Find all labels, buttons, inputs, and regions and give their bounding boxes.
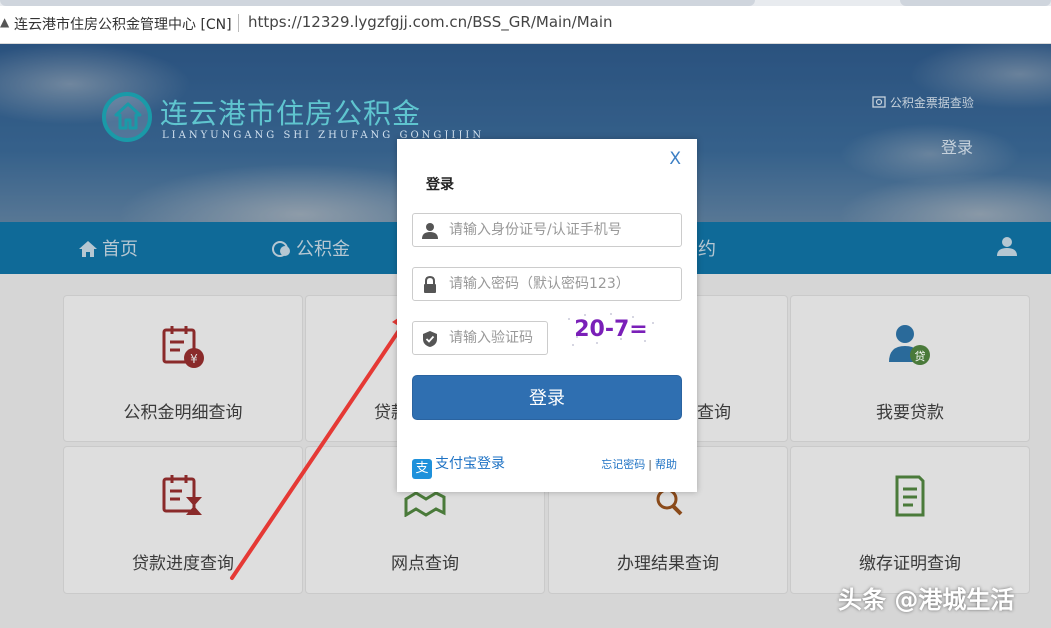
modal-title: 登录 bbox=[426, 177, 454, 193]
captcha-field[interactable] bbox=[412, 321, 548, 355]
password-field[interactable] bbox=[412, 267, 682, 301]
close-icon[interactable]: X bbox=[669, 149, 681, 169]
forgot-password-link[interactable]: 忘记密码 bbox=[601, 458, 645, 471]
link-separator: | bbox=[648, 458, 652, 471]
watermark: 头条 @港城生活 bbox=[838, 586, 1015, 614]
login-button[interactable]: 登录 bbox=[412, 375, 682, 420]
captcha-text: 20-7= bbox=[574, 317, 648, 342]
lock-icon bbox=[424, 276, 436, 293]
help-link[interactable]: 帮助 bbox=[655, 458, 677, 471]
id-field[interactable] bbox=[412, 213, 682, 247]
login-modal: X 登录 20-7= 登录 支支付宝登录 忘记密码|帮助 bbox=[397, 139, 697, 492]
alipay-icon: 支 bbox=[412, 459, 432, 479]
id-input[interactable] bbox=[449, 215, 674, 245]
alipay-login-label: 支付宝登录 bbox=[435, 456, 505, 472]
password-input[interactable] bbox=[449, 269, 674, 299]
captcha-input[interactable] bbox=[449, 323, 545, 353]
shield-icon bbox=[423, 331, 437, 347]
captcha-image[interactable]: 20-7= bbox=[563, 309, 659, 349]
alipay-login-link[interactable]: 支支付宝登录 bbox=[412, 453, 505, 479]
user-icon bbox=[422, 223, 438, 239]
help-links: 忘记密码 | 帮助 bbox=[601, 456, 677, 472]
